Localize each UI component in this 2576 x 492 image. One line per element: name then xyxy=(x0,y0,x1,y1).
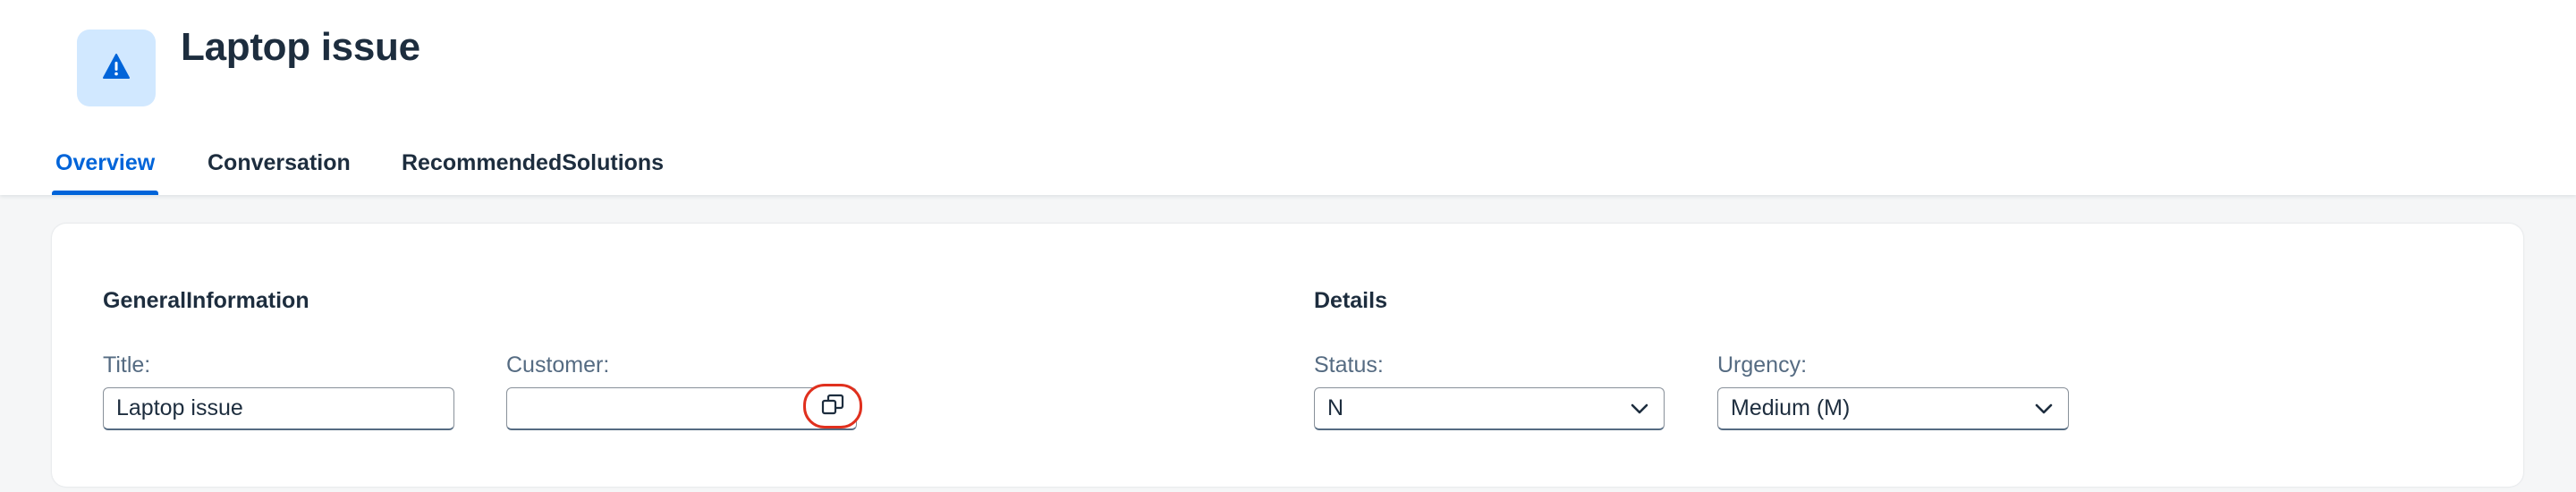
customer-label: Customer: xyxy=(506,352,610,377)
tab-active-indicator xyxy=(52,191,159,195)
details-title: Details xyxy=(1314,288,1387,313)
object-icon-container xyxy=(77,30,156,106)
title-label: Title: xyxy=(103,352,151,377)
status-select[interactable]: N xyxy=(1314,387,1665,430)
tab-conversation-label: Conversation xyxy=(208,150,351,175)
warning-icon xyxy=(103,53,130,83)
customer-value-help-button[interactable] xyxy=(803,384,862,428)
status-label: Status: xyxy=(1314,352,1384,377)
tab-overview[interactable]: Overview xyxy=(52,150,159,199)
chevron-down-icon xyxy=(1630,399,1649,419)
general-information-title: GeneralInformation xyxy=(103,288,309,313)
chevron-down-icon xyxy=(2034,399,2054,419)
page-title: Laptop issue xyxy=(181,25,420,69)
tab-recommended-solutions-label: RecommendedSolutions xyxy=(402,150,665,175)
title-input-value: Laptop issue xyxy=(116,395,243,420)
urgency-select-value: Medium (M) xyxy=(1731,395,1851,420)
object-page-header: Laptop issue Overview Conversation Recom… xyxy=(0,0,2576,195)
tab-conversation[interactable]: Conversation xyxy=(208,150,351,199)
value-help-icon xyxy=(821,394,844,420)
urgency-select[interactable]: Medium (M) xyxy=(1717,387,2069,430)
title-input[interactable]: Laptop issue xyxy=(103,387,454,430)
tab-recommended-solutions[interactable]: RecommendedSolutions xyxy=(402,150,664,199)
form-card xyxy=(52,224,2523,487)
status-select-value: N xyxy=(1327,395,1344,420)
urgency-label: Urgency: xyxy=(1717,352,1808,377)
tab-overview-label: Overview xyxy=(55,150,156,175)
